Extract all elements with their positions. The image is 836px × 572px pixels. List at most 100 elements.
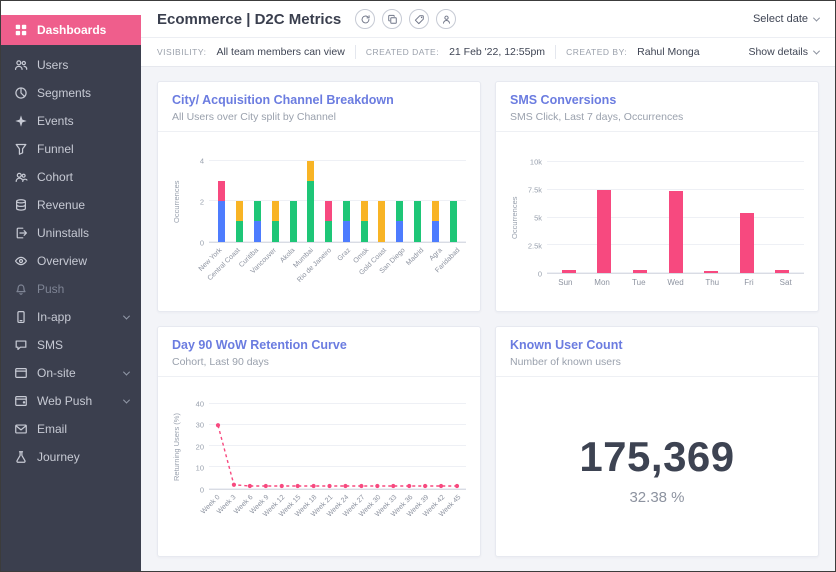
sidebar-item-dashboards[interactable]: Dashboards	[1, 15, 141, 45]
card-retention-curve: Day 90 WoW Retention Curve Cohort, Last …	[157, 326, 481, 557]
sidebar-item-web-push[interactable]: Web Push	[1, 387, 141, 415]
sidebar-item-label: Journey	[37, 450, 80, 464]
bar-3	[266, 161, 284, 242]
sidebar-item-segments[interactable]: Segments	[1, 79, 141, 107]
page-title: Ecommerce | D2C Metrics	[157, 10, 342, 28]
y-tick-label: 0	[199, 485, 204, 494]
x-tick-label: Vancouver	[249, 246, 279, 275]
y-tick-label: 0	[199, 238, 204, 247]
chevron-down-icon	[812, 14, 821, 22]
select-date-button[interactable]: Select date	[753, 13, 821, 25]
bar-9	[373, 161, 391, 242]
chevron-down-icon	[122, 368, 131, 376]
copy-icon	[387, 14, 398, 25]
sidebar-item-sms[interactable]: SMS	[1, 331, 141, 359]
sidebar-nav: Dashboards Users Segments Events Funnel Cohor…	[1, 15, 141, 471]
copy-button[interactable]	[382, 9, 403, 29]
card-head: Day 90 WoW Retention Curve Cohort, Last …	[158, 327, 480, 377]
bar-2	[249, 161, 267, 242]
push-icon	[13, 282, 28, 297]
sidebar-item-label: In-app	[37, 310, 72, 324]
sidebar-item-label: Funnel	[37, 142, 74, 156]
meta-bar: Visibility: All team members can view Cr…	[141, 38, 835, 67]
bar-12	[426, 161, 444, 242]
kpi-sub-value: 32.38 %	[629, 489, 685, 506]
sidebar-item-label: On-site	[37, 366, 76, 380]
bar-5	[302, 160, 320, 242]
sidebar-item-funnel[interactable]: Funnel	[1, 135, 141, 163]
sidebar-item-overview[interactable]: Overview	[1, 247, 141, 275]
plot-area	[209, 159, 466, 243]
dashboards-icon	[13, 23, 28, 38]
share-icon	[441, 14, 452, 25]
sms-conversions-chart[interactable]: Occurrences 0 2.5k 5k 7.5k 10k Sun Mon Tue Wed Thu…	[510, 158, 804, 287]
sidebar-item-label: Revenue	[37, 198, 86, 212]
tag-button[interactable]	[409, 9, 430, 29]
bar-0	[213, 161, 231, 242]
y-tick-label: 0	[537, 269, 542, 279]
y-axis-label: Occurrences	[510, 196, 519, 240]
y-tick-label: 4	[199, 156, 204, 165]
y-tick-label: 7.5k	[527, 185, 542, 195]
bar-5	[729, 162, 765, 273]
bar-7	[337, 161, 355, 242]
bar-10	[391, 161, 409, 242]
bar-4	[693, 162, 729, 273]
sidebar-item-label: Events	[37, 114, 74, 128]
sidebar-item-cohort[interactable]: Cohort	[1, 163, 141, 191]
sidebar-item-users[interactable]: Users	[1, 51, 141, 79]
refresh-button[interactable]	[355, 9, 376, 29]
share-button[interactable]	[436, 9, 457, 29]
webpush-icon	[13, 394, 28, 409]
sidebar-item-label: Dashboards	[37, 23, 107, 37]
retention-curve-chart[interactable]: Returning Users (%) 0 10 20 30 40 Week 0 Week 3…	[172, 399, 466, 536]
y-tick-label: 10	[195, 463, 204, 473]
sidebar-item-on-site[interactable]: On-site	[1, 359, 141, 387]
bar-8	[355, 161, 373, 242]
bar-1	[587, 162, 623, 273]
card-head: SMS Conversions SMS Click, Last 7 days, …	[496, 82, 818, 132]
x-tick-label: Madrid	[405, 246, 426, 267]
y-tick-label: 40	[195, 399, 204, 408]
created-date-label: Created date:	[365, 47, 440, 57]
segments-icon	[13, 86, 28, 101]
divider	[555, 45, 557, 59]
x-tick-label: Fri	[744, 278, 754, 287]
sidebar-item-label: Segments	[37, 86, 92, 100]
kpi-value: 175,369	[579, 433, 735, 480]
x-tick-label: Sun	[558, 278, 573, 287]
revenue-icon	[13, 198, 28, 213]
created-by-value: Rahul Monga	[637, 46, 700, 58]
plot-area	[547, 161, 804, 274]
y-axis: 0 2.5k 5k 7.5k 10k	[519, 158, 547, 279]
journey-icon	[13, 450, 28, 465]
sidebar-item-email[interactable]: Email	[1, 415, 141, 443]
card-head: Known User Count Number of known users	[496, 327, 818, 377]
sidebar-item-label: Web Push	[37, 394, 93, 408]
show-details-button[interactable]: Show details	[748, 46, 821, 58]
main-area: Ecommerce | D2C Metrics Select date Visi…	[141, 1, 835, 571]
sidebar-item-in-app[interactable]: In-app	[1, 303, 141, 331]
visibility-value: All team members can view	[216, 46, 345, 58]
x-axis-labels: Sun Mon Tue Wed Thu Fri Sat	[547, 274, 804, 287]
dashboard-grid: City/ Acquisition Channel Breakdown All …	[141, 67, 835, 571]
sidebar-item-journey[interactable]: Journey	[1, 443, 141, 471]
refresh-icon	[360, 14, 371, 25]
card-title: City/ Acquisition Channel Breakdown	[172, 93, 394, 107]
chevron-down-icon	[122, 312, 131, 320]
created-date-value: 21 Feb '22, 12:55pm	[449, 46, 546, 58]
y-tick-label: 5k	[534, 213, 542, 223]
sidebar-item-uninstalls[interactable]: Uninstalls	[1, 219, 141, 247]
card-subtitle: Number of known users	[510, 356, 621, 368]
city-channel-chart[interactable]: Occurrences 0 2 4 New York Central Coast Curit…	[172, 156, 466, 289]
sidebar-item-events[interactable]: Events	[1, 107, 141, 135]
sidebar-top-strip	[1, 1, 141, 15]
bar-6	[320, 161, 338, 242]
sidebar-item-label: Users	[37, 58, 69, 72]
funnel-icon	[13, 142, 28, 157]
sidebar-item-push[interactable]: Push	[1, 275, 141, 303]
y-tick-label: 2.5k	[527, 241, 542, 251]
card-title: Known User Count	[510, 338, 623, 352]
x-tick-label: Week 45	[438, 493, 463, 518]
sidebar-item-revenue[interactable]: Revenue	[1, 191, 141, 219]
